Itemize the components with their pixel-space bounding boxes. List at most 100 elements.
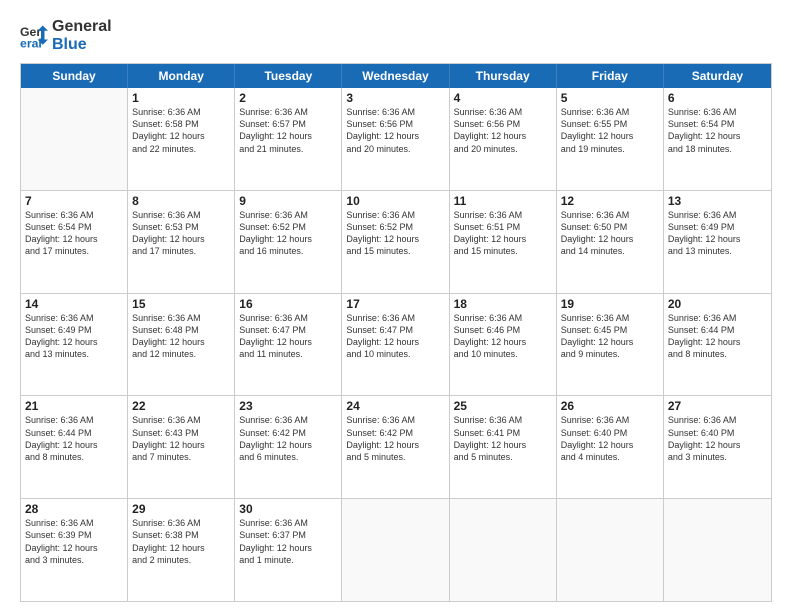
day-cell-empty xyxy=(450,499,557,601)
header: Gen eral General Blue xyxy=(20,18,772,53)
header-day-sunday: Sunday xyxy=(21,64,128,88)
day-number: 16 xyxy=(239,297,337,311)
day-info: Sunrise: 6:36 AM Sunset: 6:44 PM Dayligh… xyxy=(668,312,767,361)
day-number: 2 xyxy=(239,91,337,105)
day-cell-2: 2Sunrise: 6:36 AM Sunset: 6:57 PM Daylig… xyxy=(235,88,342,190)
day-cell-1: 1Sunrise: 6:36 AM Sunset: 6:58 PM Daylig… xyxy=(128,88,235,190)
day-cell-10: 10Sunrise: 6:36 AM Sunset: 6:52 PM Dayli… xyxy=(342,191,449,293)
day-number: 30 xyxy=(239,502,337,516)
day-info: Sunrise: 6:36 AM Sunset: 6:41 PM Dayligh… xyxy=(454,414,552,463)
day-info: Sunrise: 6:36 AM Sunset: 6:39 PM Dayligh… xyxy=(25,517,123,566)
day-cell-empty xyxy=(557,499,664,601)
day-cell-12: 12Sunrise: 6:36 AM Sunset: 6:50 PM Dayli… xyxy=(557,191,664,293)
day-cell-29: 29Sunrise: 6:36 AM Sunset: 6:38 PM Dayli… xyxy=(128,499,235,601)
logo: Gen eral General Blue xyxy=(20,18,112,53)
day-cell-17: 17Sunrise: 6:36 AM Sunset: 6:47 PM Dayli… xyxy=(342,294,449,396)
svg-text:eral: eral xyxy=(20,36,42,50)
day-cell-25: 25Sunrise: 6:36 AM Sunset: 6:41 PM Dayli… xyxy=(450,396,557,498)
day-cell-16: 16Sunrise: 6:36 AM Sunset: 6:47 PM Dayli… xyxy=(235,294,342,396)
calendar-header: SundayMondayTuesdayWednesdayThursdayFrid… xyxy=(21,64,771,88)
day-cell-15: 15Sunrise: 6:36 AM Sunset: 6:48 PM Dayli… xyxy=(128,294,235,396)
day-cell-27: 27Sunrise: 6:36 AM Sunset: 6:40 PM Dayli… xyxy=(664,396,771,498)
calendar: SundayMondayTuesdayWednesdayThursdayFrid… xyxy=(20,63,772,602)
header-day-thursday: Thursday xyxy=(450,64,557,88)
day-info: Sunrise: 6:36 AM Sunset: 6:42 PM Dayligh… xyxy=(239,414,337,463)
day-number: 12 xyxy=(561,194,659,208)
day-info: Sunrise: 6:36 AM Sunset: 6:54 PM Dayligh… xyxy=(25,209,123,258)
day-number: 29 xyxy=(132,502,230,516)
day-number: 9 xyxy=(239,194,337,208)
day-number: 21 xyxy=(25,399,123,413)
day-info: Sunrise: 6:36 AM Sunset: 6:47 PM Dayligh… xyxy=(346,312,444,361)
day-info: Sunrise: 6:36 AM Sunset: 6:52 PM Dayligh… xyxy=(346,209,444,258)
day-info: Sunrise: 6:36 AM Sunset: 6:52 PM Dayligh… xyxy=(239,209,337,258)
calendar-row-2: 7Sunrise: 6:36 AM Sunset: 6:54 PM Daylig… xyxy=(21,191,771,294)
day-cell-6: 6Sunrise: 6:36 AM Sunset: 6:54 PM Daylig… xyxy=(664,88,771,190)
day-number: 10 xyxy=(346,194,444,208)
calendar-row-3: 14Sunrise: 6:36 AM Sunset: 6:49 PM Dayli… xyxy=(21,294,771,397)
day-number: 24 xyxy=(346,399,444,413)
day-cell-30: 30Sunrise: 6:36 AM Sunset: 6:37 PM Dayli… xyxy=(235,499,342,601)
day-cell-28: 28Sunrise: 6:36 AM Sunset: 6:39 PM Dayli… xyxy=(21,499,128,601)
day-info: Sunrise: 6:36 AM Sunset: 6:40 PM Dayligh… xyxy=(561,414,659,463)
day-cell-19: 19Sunrise: 6:36 AM Sunset: 6:45 PM Dayli… xyxy=(557,294,664,396)
day-info: Sunrise: 6:36 AM Sunset: 6:53 PM Dayligh… xyxy=(132,209,230,258)
day-info: Sunrise: 6:36 AM Sunset: 6:40 PM Dayligh… xyxy=(668,414,767,463)
day-cell-5: 5Sunrise: 6:36 AM Sunset: 6:55 PM Daylig… xyxy=(557,88,664,190)
header-day-saturday: Saturday xyxy=(664,64,771,88)
day-info: Sunrise: 6:36 AM Sunset: 6:49 PM Dayligh… xyxy=(25,312,123,361)
calendar-row-4: 21Sunrise: 6:36 AM Sunset: 6:44 PM Dayli… xyxy=(21,396,771,499)
day-cell-7: 7Sunrise: 6:36 AM Sunset: 6:54 PM Daylig… xyxy=(21,191,128,293)
day-number: 11 xyxy=(454,194,552,208)
day-number: 5 xyxy=(561,91,659,105)
day-number: 17 xyxy=(346,297,444,311)
day-cell-23: 23Sunrise: 6:36 AM Sunset: 6:42 PM Dayli… xyxy=(235,396,342,498)
day-number: 3 xyxy=(346,91,444,105)
day-cell-4: 4Sunrise: 6:36 AM Sunset: 6:56 PM Daylig… xyxy=(450,88,557,190)
day-cell-8: 8Sunrise: 6:36 AM Sunset: 6:53 PM Daylig… xyxy=(128,191,235,293)
day-number: 20 xyxy=(668,297,767,311)
day-info: Sunrise: 6:36 AM Sunset: 6:46 PM Dayligh… xyxy=(454,312,552,361)
day-number: 26 xyxy=(561,399,659,413)
header-day-tuesday: Tuesday xyxy=(235,64,342,88)
day-cell-3: 3Sunrise: 6:36 AM Sunset: 6:56 PM Daylig… xyxy=(342,88,449,190)
day-cell-11: 11Sunrise: 6:36 AM Sunset: 6:51 PM Dayli… xyxy=(450,191,557,293)
day-info: Sunrise: 6:36 AM Sunset: 6:56 PM Dayligh… xyxy=(346,106,444,155)
day-info: Sunrise: 6:36 AM Sunset: 6:51 PM Dayligh… xyxy=(454,209,552,258)
day-info: Sunrise: 6:36 AM Sunset: 6:44 PM Dayligh… xyxy=(25,414,123,463)
day-cell-empty xyxy=(21,88,128,190)
day-info: Sunrise: 6:36 AM Sunset: 6:49 PM Dayligh… xyxy=(668,209,767,258)
day-info: Sunrise: 6:36 AM Sunset: 6:43 PM Dayligh… xyxy=(132,414,230,463)
day-cell-22: 22Sunrise: 6:36 AM Sunset: 6:43 PM Dayli… xyxy=(128,396,235,498)
day-number: 25 xyxy=(454,399,552,413)
day-info: Sunrise: 6:36 AM Sunset: 6:42 PM Dayligh… xyxy=(346,414,444,463)
day-info: Sunrise: 6:36 AM Sunset: 6:57 PM Dayligh… xyxy=(239,106,337,155)
day-cell-21: 21Sunrise: 6:36 AM Sunset: 6:44 PM Dayli… xyxy=(21,396,128,498)
day-number: 23 xyxy=(239,399,337,413)
day-number: 4 xyxy=(454,91,552,105)
day-info: Sunrise: 6:36 AM Sunset: 6:58 PM Dayligh… xyxy=(132,106,230,155)
day-number: 22 xyxy=(132,399,230,413)
day-number: 18 xyxy=(454,297,552,311)
day-cell-empty xyxy=(342,499,449,601)
day-info: Sunrise: 6:36 AM Sunset: 6:54 PM Dayligh… xyxy=(668,106,767,155)
calendar-row-1: 1Sunrise: 6:36 AM Sunset: 6:58 PM Daylig… xyxy=(21,88,771,191)
day-number: 8 xyxy=(132,194,230,208)
day-info: Sunrise: 6:36 AM Sunset: 6:48 PM Dayligh… xyxy=(132,312,230,361)
day-number: 28 xyxy=(25,502,123,516)
day-info: Sunrise: 6:36 AM Sunset: 6:47 PM Dayligh… xyxy=(239,312,337,361)
day-info: Sunrise: 6:36 AM Sunset: 6:50 PM Dayligh… xyxy=(561,209,659,258)
header-day-wednesday: Wednesday xyxy=(342,64,449,88)
day-cell-18: 18Sunrise: 6:36 AM Sunset: 6:46 PM Dayli… xyxy=(450,294,557,396)
day-cell-13: 13Sunrise: 6:36 AM Sunset: 6:49 PM Dayli… xyxy=(664,191,771,293)
header-day-monday: Monday xyxy=(128,64,235,88)
calendar-page: Gen eral General Blue SundayMondayTuesda… xyxy=(0,0,792,612)
calendar-body: 1Sunrise: 6:36 AM Sunset: 6:58 PM Daylig… xyxy=(21,88,771,601)
logo-icon: Gen eral xyxy=(20,22,48,50)
day-number: 6 xyxy=(668,91,767,105)
day-info: Sunrise: 6:36 AM Sunset: 6:45 PM Dayligh… xyxy=(561,312,659,361)
day-info: Sunrise: 6:36 AM Sunset: 6:38 PM Dayligh… xyxy=(132,517,230,566)
day-info: Sunrise: 6:36 AM Sunset: 6:55 PM Dayligh… xyxy=(561,106,659,155)
calendar-row-5: 28Sunrise: 6:36 AM Sunset: 6:39 PM Dayli… xyxy=(21,499,771,601)
day-cell-14: 14Sunrise: 6:36 AM Sunset: 6:49 PM Dayli… xyxy=(21,294,128,396)
